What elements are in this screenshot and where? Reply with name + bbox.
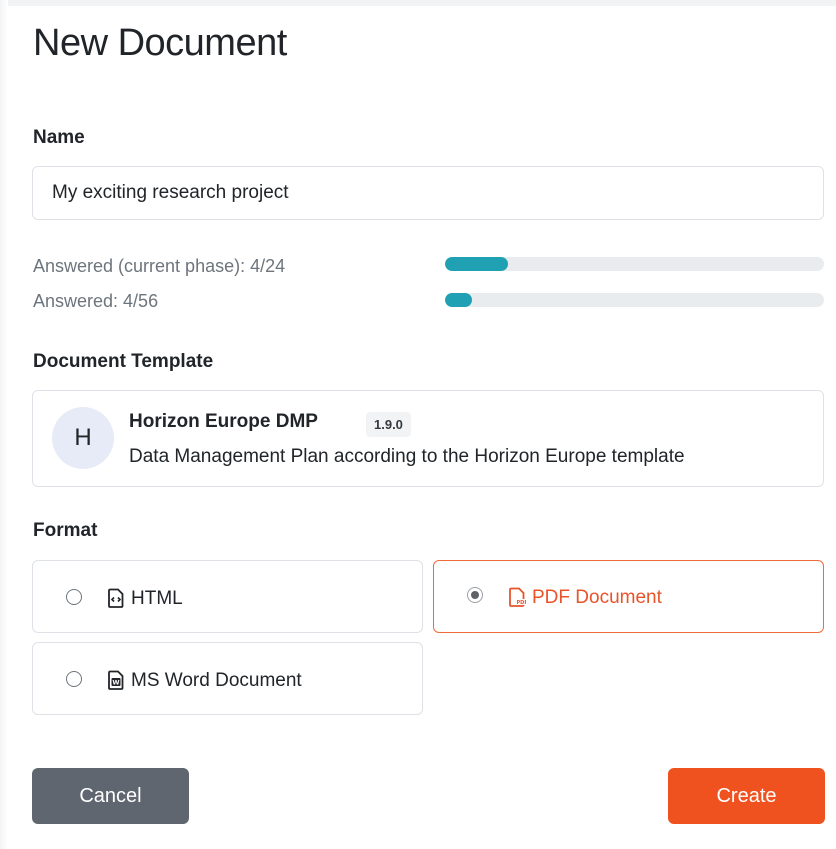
progress-total-fill <box>445 293 473 307</box>
file-word-icon: W <box>108 670 124 690</box>
format-option-pdf[interactable]: PDF PDF Document <box>433 560 824 633</box>
progress-total-bar <box>445 293 824 307</box>
dialog-title: New Document <box>33 22 287 64</box>
left-shadow <box>0 0 8 849</box>
progress-current-phase-fill <box>445 257 509 271</box>
format-label-pdf: PDF Document <box>532 587 662 608</box>
template-avatar: H <box>52 407 114 469</box>
radio-html[interactable] <box>66 589 82 605</box>
format-option-word[interactable]: W MS Word Document <box>32 642 423 715</box>
progress-current-phase-label: Answered (current phase): 4/24 <box>33 256 286 276</box>
template-label: Document Template <box>33 351 214 372</box>
svg-text:W: W <box>112 679 119 687</box>
template-version-badge: 1.9.0 <box>366 412 411 437</box>
radio-word[interactable] <box>66 671 82 687</box>
format-label-word: MS Word Document <box>131 670 302 691</box>
format-option-html[interactable]: HTML <box>32 560 423 633</box>
new-document-dialog: New Document Name Answered (current phas… <box>0 0 836 849</box>
template-description: Data Management Plan according to the Ho… <box>129 446 685 467</box>
radio-pdf[interactable] <box>467 587 483 603</box>
progress-total-label: Answered: 4/56 <box>33 291 159 311</box>
svg-text:PDF: PDF <box>517 600 527 606</box>
top-border <box>0 0 836 6</box>
file-code-icon <box>108 588 124 608</box>
create-button[interactable]: Create <box>668 768 825 824</box>
name-input[interactable] <box>32 166 824 220</box>
template-name: Horizon Europe DMP <box>129 411 318 432</box>
format-label: Format <box>33 520 98 541</box>
template-card[interactable]: H Horizon Europe DMP 1.9.0 Data Manageme… <box>32 390 824 487</box>
name-label: Name <box>33 127 85 148</box>
format-label-html: HTML <box>131 588 183 609</box>
cancel-button[interactable]: Cancel <box>32 768 189 824</box>
file-pdf-icon: PDF <box>509 587 527 607</box>
progress-current-phase-bar <box>445 257 824 271</box>
